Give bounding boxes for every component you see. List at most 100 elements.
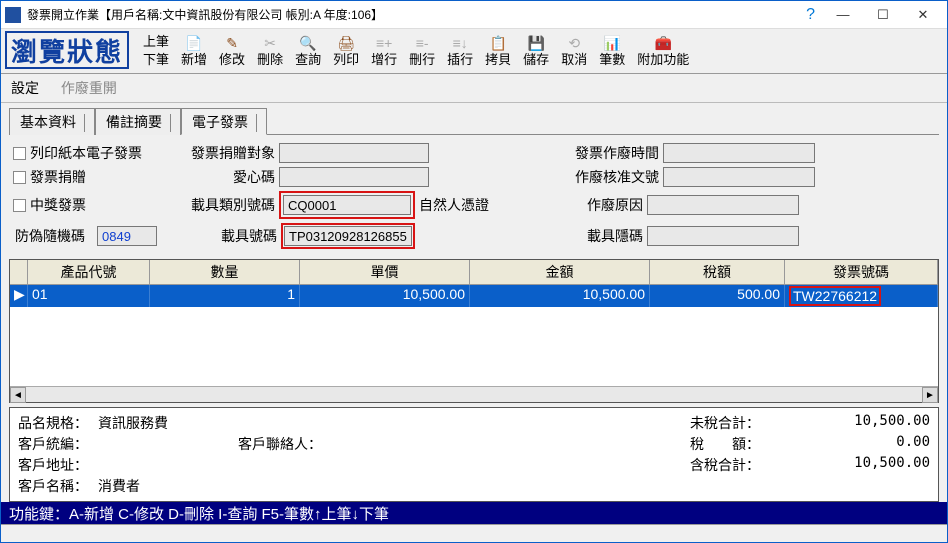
grid-body[interactable]: ▶ 01 1 10,500.00 10,500.00 500.00 TW2276… [10,285,938,386]
spec-label: 品名規格： [18,413,98,433]
addrow-icon: ≡+ [376,34,392,52]
function-key-bar: 功能鍵：A-新增 C-修改 D-刪除 I-查詢 F5-筆數↑上筆↓下筆 [1,502,947,524]
name-value: 消費者 [98,476,198,496]
scroll-right-icon[interactable]: ► [922,387,938,403]
void-reason-input[interactable] [647,195,799,215]
void-reason-label: 作廢原因 [533,195,643,215]
scroll-left-icon[interactable]: ◄ [10,387,26,403]
help-icon[interactable]: ? [806,6,815,24]
delete-icon: ✂ [264,34,276,52]
carrier-no-input[interactable] [284,226,412,246]
main-toolbar: 瀏覽狀態 上筆 下筆 📄新增 ✎修改 ✂刪除 🔍查詢 🖨列印 ≡+增行 ≡-刪行… [1,29,947,74]
love-code-label: 愛心碼 [183,167,275,187]
cell-tax[interactable]: 500.00 [650,285,785,307]
tax-value: 0.00 [780,434,930,454]
grid-header-price[interactable]: 單價 [300,260,470,285]
row-indicator: ▶ [10,285,28,307]
query-icon: 🔍 [299,34,316,52]
tax-label: 稅 額： [690,434,780,454]
app-window: 發票開立作業【用戶名稱:文中資訊股份有限公司 帳別:A 年度:106】 ? — … [0,0,948,543]
total-label: 含稅合計： [690,455,780,475]
menu-void[interactable]: 作廢重開 [61,80,117,96]
total-value: 10,500.00 [780,455,930,475]
cb-prize[interactable]: 中獎發票 [13,195,183,215]
cancel-icon: ⟲ [568,34,580,52]
minimize-button[interactable]: — [823,2,863,28]
invno-highlight: TW22766212 [789,286,881,306]
tab-einvoice[interactable]: 電子發票 [181,108,267,135]
menu-settings[interactable]: 設定 [11,80,39,96]
grid-header-qty[interactable]: 數量 [150,260,300,285]
print-button[interactable]: 🖨列印 [327,31,365,71]
carrier-type-input[interactable] [283,195,411,215]
insrow-button[interactable]: ≡↓插行 [441,31,479,71]
window-title: 發票開立作業【用戶名稱:文中資訊股份有限公司 帳別:A 年度:106】 [27,6,806,23]
cancel-button[interactable]: ⟲取消 [555,31,593,71]
insrow-icon: ≡↓ [453,34,468,52]
close-button[interactable]: ✕ [903,2,943,28]
cb-donate[interactable]: 發票捐贈 [13,167,183,187]
cell-price[interactable]: 10,500.00 [300,285,470,307]
subtotal-label: 未稅合計： [690,413,780,433]
delrow-button[interactable]: ≡-刪行 [403,31,441,71]
count-button[interactable]: 📊筆數 [593,31,631,71]
save-icon: 💾 [527,34,544,52]
delete-button[interactable]: ✂刪除 [251,31,289,71]
extra-icon: 🧰 [655,34,672,52]
checkbox-icon [13,199,26,212]
query-button[interactable]: 🔍查詢 [289,31,327,71]
void-approval-input[interactable] [663,167,815,187]
grid-header-prod[interactable]: 產品代號 [28,260,150,285]
cell-qty[interactable]: 1 [150,285,300,307]
mode-status: 瀏覽狀態 [5,31,129,69]
void-time-label: 發票作廢時間 [549,143,659,163]
tab-basic[interactable]: 基本資料 [9,108,95,135]
void-time-input[interactable] [663,143,815,163]
donate-target-label: 發票捐贈對象 [183,143,275,163]
grid-header-blank [10,260,28,285]
addrow-button[interactable]: ≡+增行 [365,31,403,71]
next-record-button[interactable]: 下筆 [143,51,169,69]
edit-icon: ✎ [226,34,238,52]
edit-button[interactable]: ✎修改 [213,31,251,71]
checkbox-icon [13,171,26,184]
donate-target-input[interactable] [279,143,429,163]
save-button[interactable]: 💾儲存 [517,31,555,71]
extra-button[interactable]: 🧰附加功能 [631,31,695,71]
content-area: 基本資料 備註摘要 電子發票 列印紙本電子發票 發票捐贈對象 發票作廢時間 發票… [1,103,947,502]
carrier-no-label: 載具號碼 [185,226,277,246]
contact-label: 客戶聯絡人： [238,434,328,454]
add-icon: 📄 [185,34,202,52]
delrow-icon: ≡- [416,34,429,52]
tab-notes[interactable]: 備註摘要 [95,108,181,135]
rand-code-input[interactable] [97,226,157,246]
cell-amount[interactable]: 10,500.00 [470,285,650,307]
carrier-type-label: 載具類別號碼 [183,195,275,215]
checkbox-icon [13,147,26,160]
add-button[interactable]: 📄新增 [175,31,213,71]
copy-icon: 📋 [489,34,506,52]
grid-hscroll[interactable]: ◄ ► [10,386,938,402]
window-controls: — ☐ ✕ [823,2,943,28]
grid-header-amount[interactable]: 金額 [470,260,650,285]
cell-invno[interactable]: TW22766212 [785,285,938,307]
prev-record-button[interactable]: 上筆 [143,33,169,51]
copy-button[interactable]: 📋拷貝 [479,31,517,71]
love-code-input[interactable] [279,167,429,187]
table-row[interactable]: ▶ 01 1 10,500.00 10,500.00 500.00 TW2276… [10,285,938,307]
maximize-button[interactable]: ☐ [863,2,903,28]
grid-header-tax[interactable]: 稅額 [650,260,785,285]
print-icon: 🖨 [337,34,355,52]
tab-bar: 基本資料 備註摘要 電子發票 [9,107,939,135]
carrier-highlight [279,191,415,219]
custno-label: 客戶統編： [18,434,98,454]
cb-print-paper[interactable]: 列印紙本電子發票 [13,143,183,163]
grid-header-invno[interactable]: 發票號碼 [785,260,938,285]
app-icon [5,7,21,23]
carrier-no-highlight [281,223,415,249]
addr-label: 客戶地址： [18,455,98,475]
carrier-hide-input[interactable] [647,226,799,246]
summary-panel: 品名規格：資訊服務費 客戶統編： 客戶聯絡人： 客戶地址： 客戶名稱：消費者 未… [9,407,939,502]
cell-prod[interactable]: 01 [28,285,150,307]
summary-right: 未稅合計：10,500.00 稅 額：0.00 含稅合計：10,500.00 [538,412,930,497]
